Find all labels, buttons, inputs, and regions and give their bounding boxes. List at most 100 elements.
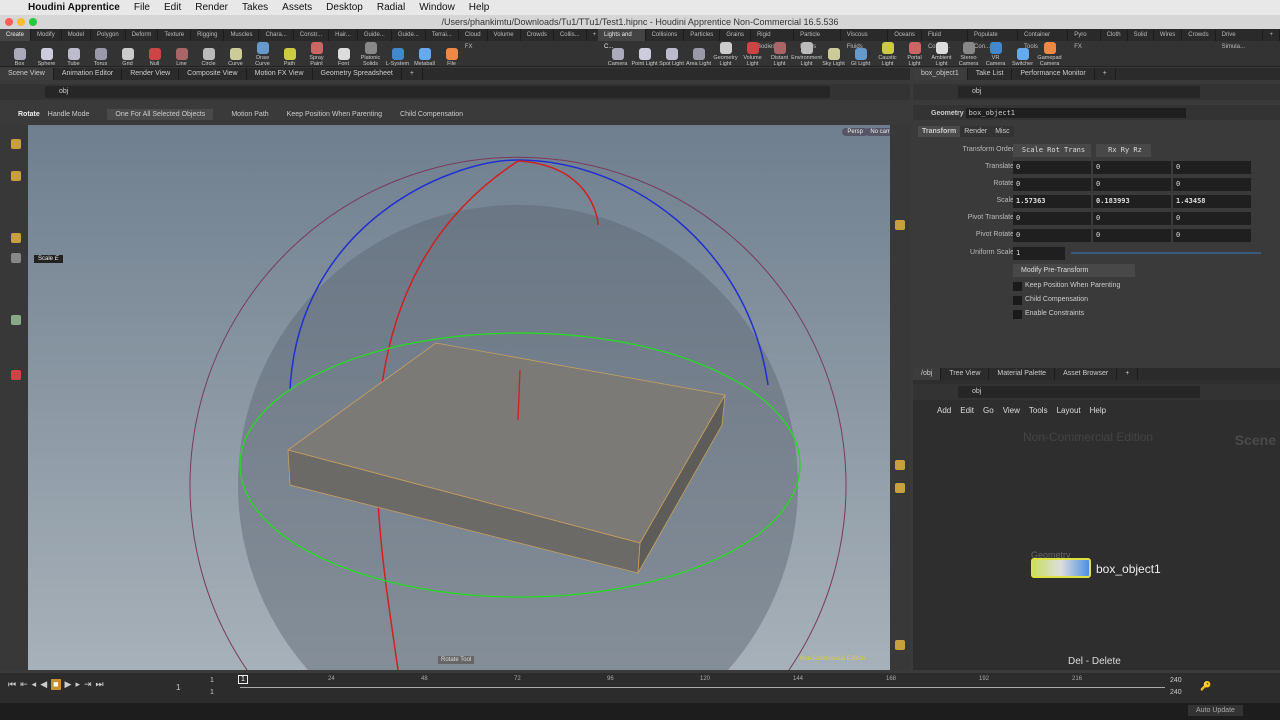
display-option-icon[interactable] bbox=[895, 220, 905, 230]
tool-area-light[interactable]: Area Light bbox=[685, 48, 712, 67]
tab-misc[interactable]: Misc bbox=[991, 126, 1014, 137]
tab-grains[interactable]: Grains bbox=[720, 29, 751, 41]
tool-switcher[interactable]: Switcher bbox=[1009, 48, 1036, 67]
rotate-order-select[interactable]: Rx Ry Rz bbox=[1096, 144, 1151, 157]
tab-cloth[interactable]: Cloth bbox=[1101, 29, 1128, 41]
minimize-button[interactable] bbox=[17, 18, 25, 26]
param-scale-y[interactable]: 0.183993 bbox=[1093, 195, 1171, 208]
tab-tree-view[interactable]: Tree View bbox=[941, 368, 990, 380]
menu-edit[interactable]: Edit bbox=[164, 2, 181, 13]
current-frame-field[interactable]: 1 bbox=[176, 683, 180, 692]
tab-collisions[interactable]: Collisions bbox=[646, 29, 685, 41]
tab-particles[interactable]: Particles bbox=[684, 29, 721, 41]
tool-null[interactable]: Null bbox=[141, 48, 168, 67]
tool-ambient-light[interactable]: Ambient Light bbox=[928, 42, 955, 67]
close-button[interactable] bbox=[5, 18, 13, 26]
tab-transform[interactable]: Transform bbox=[918, 126, 961, 137]
tab-guide[interactable]: Guide... bbox=[358, 29, 392, 41]
tab-wires[interactable]: Wires bbox=[1154, 29, 1183, 41]
tab-fluid-contai[interactable]: Fluid Contai... bbox=[922, 29, 969, 50]
network-menu-view[interactable]: View bbox=[1003, 406, 1020, 415]
start-frame[interactable]: 1 bbox=[210, 677, 214, 684]
child-compensation-toggle[interactable]: Child Compensation bbox=[400, 111, 463, 118]
tab-guide[interactable]: Guide... bbox=[392, 29, 426, 41]
add-tab-icon[interactable]: + bbox=[1095, 68, 1116, 80]
menu-window[interactable]: Window bbox=[419, 2, 455, 13]
tab-lights-and-c[interactable]: Lights and C... bbox=[598, 29, 646, 50]
tab-drive-simula[interactable]: Drive Simula... bbox=[1216, 29, 1264, 50]
tab-model[interactable]: Model bbox=[62, 29, 92, 41]
tab-volume[interactable]: Volume bbox=[488, 29, 521, 41]
tool-distant-light[interactable]: Distant Light bbox=[766, 42, 793, 67]
scene-viewport[interactable]: Persp No cam Scale E Rotate Tool Non-Com… bbox=[28, 125, 890, 670]
tab-asset-browser[interactable]: Asset Browser bbox=[1055, 368, 1118, 380]
params-path-field[interactable]: obj bbox=[958, 86, 1200, 98]
play-button[interactable]: ▶ bbox=[65, 679, 72, 690]
handle-mode-select[interactable]: One For All Selected Objects bbox=[107, 108, 214, 120]
step-back-button[interactable]: ◂ bbox=[32, 679, 37, 690]
tab-cloud-fx[interactable]: Cloud FX bbox=[459, 29, 488, 50]
param-rotate-x[interactable]: 0 bbox=[1013, 178, 1091, 191]
uniform-scale-slider[interactable] bbox=[1071, 252, 1261, 254]
tab-rigging[interactable]: Rigging bbox=[191, 29, 225, 41]
tab-pyro-fx[interactable]: Pyro FX bbox=[1068, 29, 1101, 50]
add-tab-icon[interactable]: + bbox=[402, 68, 423, 80]
perspective-menu[interactable]: Persp bbox=[842, 128, 868, 136]
tab-crowds[interactable]: Crowds bbox=[1182, 29, 1216, 41]
tool-sphere[interactable]: Sphere bbox=[33, 48, 60, 67]
scale-tool-icon[interactable] bbox=[11, 253, 21, 263]
tool-spot-light[interactable]: Spot Light bbox=[658, 48, 685, 67]
param-scale-z[interactable]: 1.43458 bbox=[1173, 195, 1251, 208]
network-menu-go[interactable]: Go bbox=[983, 406, 994, 415]
tab-render[interactable]: Render bbox=[960, 126, 992, 137]
add-tab-icon[interactable]: + bbox=[1117, 368, 1139, 380]
tab-solid[interactable]: Solid bbox=[1128, 29, 1154, 41]
select-tool-icon[interactable] bbox=[11, 139, 21, 149]
tab-performance-monitor[interactable]: Performance Monitor bbox=[1012, 68, 1095, 80]
step-forward-button[interactable]: ▸ bbox=[75, 679, 80, 690]
tab-terrai[interactable]: Terrai... bbox=[426, 29, 459, 41]
tool-torus[interactable]: Torus bbox=[87, 48, 114, 67]
tab-crowds[interactable]: Crowds bbox=[521, 29, 554, 41]
tab-box-object1[interactable]: box_object1 bbox=[913, 68, 968, 80]
menu-takes[interactable]: Takes bbox=[242, 2, 268, 13]
keep-position-toggle[interactable]: Keep Position When Parenting bbox=[287, 111, 382, 118]
tab-take-list[interactable]: Take List bbox=[968, 68, 1013, 80]
modify-transform-select[interactable]: Modify Pre-Transform bbox=[1013, 264, 1135, 277]
key-icon[interactable]: 🔑 bbox=[1200, 681, 1211, 692]
network-menu-add[interactable]: Add bbox=[937, 406, 951, 415]
uniform-scale-field[interactable]: 1 bbox=[1013, 247, 1065, 260]
tab-polygon[interactable]: Polygon bbox=[91, 29, 126, 41]
display-option-icon[interactable] bbox=[895, 460, 905, 470]
end-frame-2[interactable]: 240 bbox=[1170, 689, 1182, 696]
keep-position-checkbox[interactable] bbox=[1013, 282, 1022, 291]
tab-scene-view[interactable]: Scene View bbox=[0, 68, 54, 80]
node-name-field[interactable]: box_object1 bbox=[965, 108, 1186, 118]
jump-end-button[interactable]: ⏭ bbox=[96, 679, 104, 690]
tab-viscous-fluids[interactable]: Viscous Fluids bbox=[841, 29, 889, 50]
tab-deform[interactable]: Deform bbox=[126, 29, 159, 41]
start-frame-2[interactable]: 1 bbox=[210, 689, 214, 696]
tab-particle-fluids[interactable]: Particle Fluids bbox=[794, 29, 841, 50]
stop-button[interactable]: ■ bbox=[51, 679, 61, 690]
menu-render[interactable]: Render bbox=[195, 2, 228, 13]
tool-curve[interactable]: Curve bbox=[222, 48, 249, 67]
tab-muscles[interactable]: Muscles bbox=[224, 29, 260, 41]
jump-start-button[interactable]: ⏮ bbox=[8, 679, 16, 690]
magnet-icon[interactable] bbox=[11, 370, 21, 380]
tool-box[interactable]: Box bbox=[6, 48, 33, 67]
param-pivot-translate-z[interactable]: 0 bbox=[1173, 212, 1251, 225]
tool-stereo-camera[interactable]: Stereo Camera bbox=[955, 42, 982, 67]
tool-line[interactable]: Line bbox=[168, 48, 195, 67]
end-frame[interactable]: 240 bbox=[1170, 677, 1182, 684]
menu-desktop[interactable]: Desktop bbox=[326, 2, 363, 13]
tool-volume-light[interactable]: Volume Light bbox=[739, 42, 766, 67]
menu-file[interactable]: File bbox=[134, 2, 150, 13]
play-reverse-button[interactable]: ◀ bbox=[40, 679, 47, 690]
prev-key-button[interactable]: ⇤ bbox=[20, 679, 28, 690]
child-compensation-checkbox[interactable] bbox=[1013, 296, 1022, 305]
tool-circle[interactable]: Circle bbox=[195, 48, 222, 67]
enable-constraints-checkbox[interactable] bbox=[1013, 310, 1022, 319]
app-menu[interactable]: Houdini Apprentice bbox=[28, 2, 120, 13]
param-translate-z[interactable]: 0 bbox=[1173, 161, 1251, 174]
